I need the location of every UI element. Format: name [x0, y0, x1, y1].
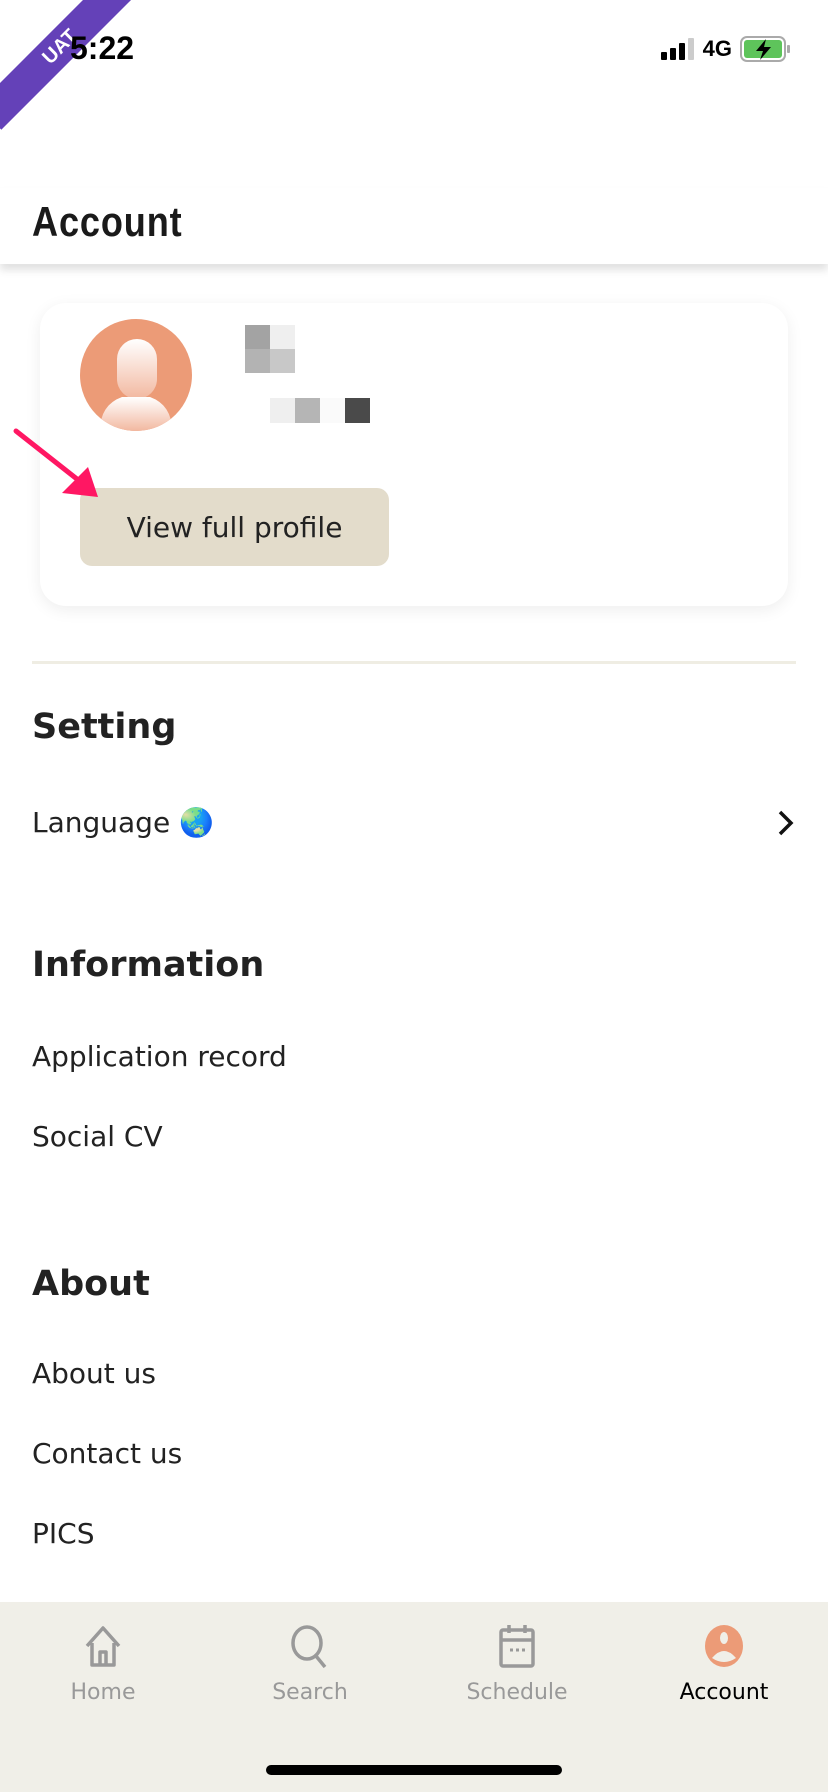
application-record-item[interactable]: Application record [32, 1040, 796, 1073]
tab-home[interactable]: Home [23, 1624, 183, 1705]
about-us-item[interactable]: About us [32, 1357, 796, 1390]
redacted-name [245, 325, 295, 373]
search-icon [291, 1625, 327, 1668]
person-silhouette-icon [100, 339, 172, 431]
status-indicators: 4G [660, 36, 792, 62]
tab-account[interactable]: Account [644, 1624, 804, 1705]
page-title: Account [32, 198, 183, 245]
tab-schedule[interactable]: Schedule [437, 1624, 597, 1705]
view-full-profile-button[interactable]: View full profile [80, 488, 389, 566]
annotation-arrow-icon [13, 428, 98, 497]
social-cv-item[interactable]: Social CV [32, 1120, 796, 1153]
signal-icon [660, 38, 694, 60]
tab-account-label: Account [679, 1680, 769, 1705]
pics-item[interactable]: PICS [32, 1517, 796, 1550]
home-indicator [266, 1765, 562, 1775]
tab-schedule-label: Schedule [466, 1680, 568, 1705]
contact-us-item[interactable]: Contact us [32, 1437, 796, 1470]
network-label: 4G [702, 36, 732, 61]
section-title-information: Information [32, 945, 265, 985]
divider [32, 661, 796, 664]
section-title-setting: Setting [32, 707, 177, 747]
redacted-detail [270, 398, 370, 423]
avatar [80, 319, 192, 431]
section-title-about: About [32, 1264, 150, 1304]
home-icon [85, 1626, 121, 1667]
chevron-right-icon [778, 810, 794, 835]
app-header: Account [0, 188, 828, 264]
account-icon [705, 1625, 743, 1667]
battery-charging-icon [740, 36, 790, 62]
tab-search-label: Search [272, 1680, 348, 1705]
status-time: 5:22 [70, 30, 135, 66]
language-label: Language 🌏 [32, 806, 214, 839]
bottom-nav: Home Search Schedule Account [0, 1602, 828, 1792]
tab-home-label: Home [70, 1680, 136, 1705]
calendar-icon [499, 1625, 535, 1668]
tab-search[interactable]: Search [230, 1624, 390, 1705]
language-item[interactable]: Language 🌏 [32, 806, 796, 839]
